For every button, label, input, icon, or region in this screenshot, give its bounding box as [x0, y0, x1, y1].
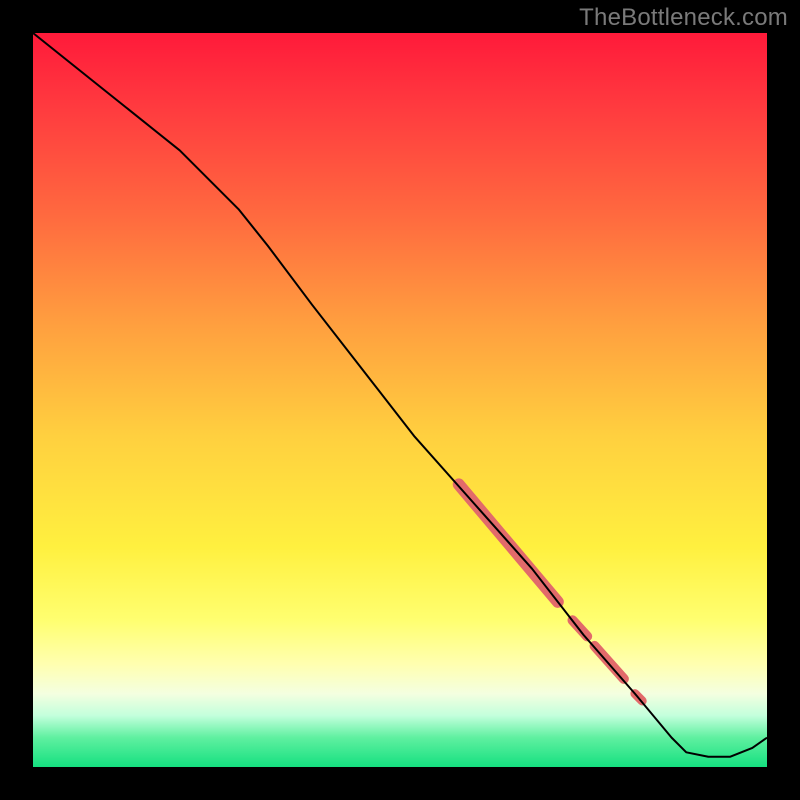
bottleneck-curve: [33, 33, 767, 757]
plot-area: [33, 33, 767, 767]
watermark-text: TheBottleneck.com: [579, 4, 788, 32]
chart-frame: TheBottleneck.com: [0, 0, 800, 800]
chart-svg: [33, 33, 767, 767]
highlight-short: [595, 646, 624, 679]
